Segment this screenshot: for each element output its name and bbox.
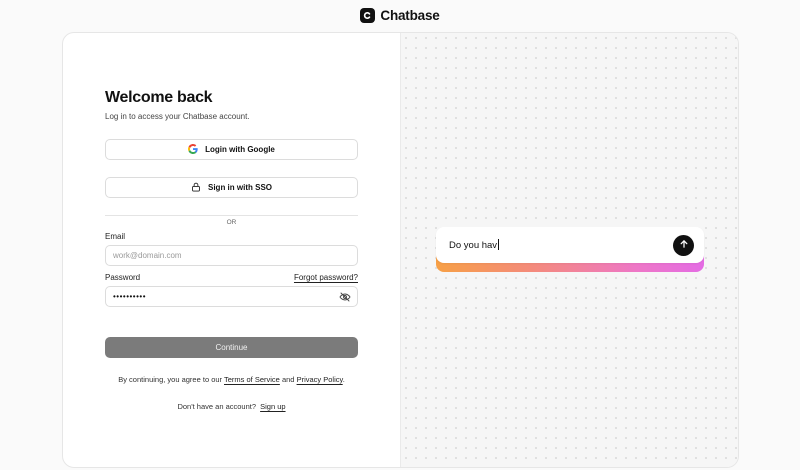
- terms-of-service-link[interactable]: Terms of Service: [224, 375, 280, 384]
- signup-prompt: Don't have an account? Sign up: [105, 402, 358, 411]
- terms-prefix: By continuing, you agree to our: [118, 375, 223, 384]
- chat-input-text-wrap: Do you hav: [449, 239, 673, 251]
- page-title: Welcome back: [105, 89, 213, 106]
- password-value: ••••••••••: [113, 292, 147, 301]
- privacy-policy-link[interactable]: Privacy Policy: [297, 375, 343, 384]
- login-panel: Welcome back Log in to access your Chatb…: [63, 33, 401, 467]
- divider: OR: [105, 211, 358, 229]
- email-label: Email: [105, 232, 126, 241]
- email-placeholder: work@domain.com: [113, 251, 182, 260]
- sso-label: Sign in with SSO: [208, 183, 272, 192]
- chat-preview-panel: Do you hav: [401, 33, 738, 467]
- terms-suffix: .: [342, 375, 345, 384]
- arrow-up-icon: [679, 236, 689, 254]
- chat-input[interactable]: Do you hav: [436, 227, 704, 263]
- sign-up-link[interactable]: Sign up: [260, 402, 285, 411]
- sso-button[interactable]: Sign in with SSO: [105, 177, 358, 198]
- forgot-password-link[interactable]: Forgot password?: [294, 273, 358, 282]
- login-google-label: Login with Google: [205, 145, 275, 154]
- text-cursor: [498, 239, 500, 250]
- lock-icon: [191, 182, 201, 194]
- chat-input-text: Do you hav: [449, 240, 498, 251]
- page-subtitle: Log in to access your Chatbase account.: [105, 112, 250, 121]
- terms-and: and: [281, 375, 295, 384]
- terms-text: By continuing, you agree to our Terms of…: [105, 375, 358, 384]
- email-field[interactable]: work@domain.com: [105, 245, 358, 266]
- password-label: Password: [105, 273, 141, 282]
- chat-input-widget: Do you hav: [436, 227, 704, 272]
- login-google-button[interactable]: Login with Google: [105, 139, 358, 160]
- eye-off-icon[interactable]: [339, 291, 351, 305]
- send-button[interactable]: [673, 234, 694, 256]
- brand-header: Chatbase: [0, 8, 800, 23]
- google-icon: [188, 143, 198, 156]
- divider-text: OR: [220, 219, 243, 226]
- chatbase-logo-icon: [360, 8, 376, 23]
- password-field[interactable]: ••••••••••: [105, 286, 358, 307]
- signup-prefix: Don't have an account?: [177, 402, 257, 411]
- brand-name: Chatbase: [380, 8, 440, 23]
- continue-button[interactable]: Continue: [105, 337, 358, 358]
- login-card: Welcome back Log in to access your Chatb…: [62, 32, 739, 468]
